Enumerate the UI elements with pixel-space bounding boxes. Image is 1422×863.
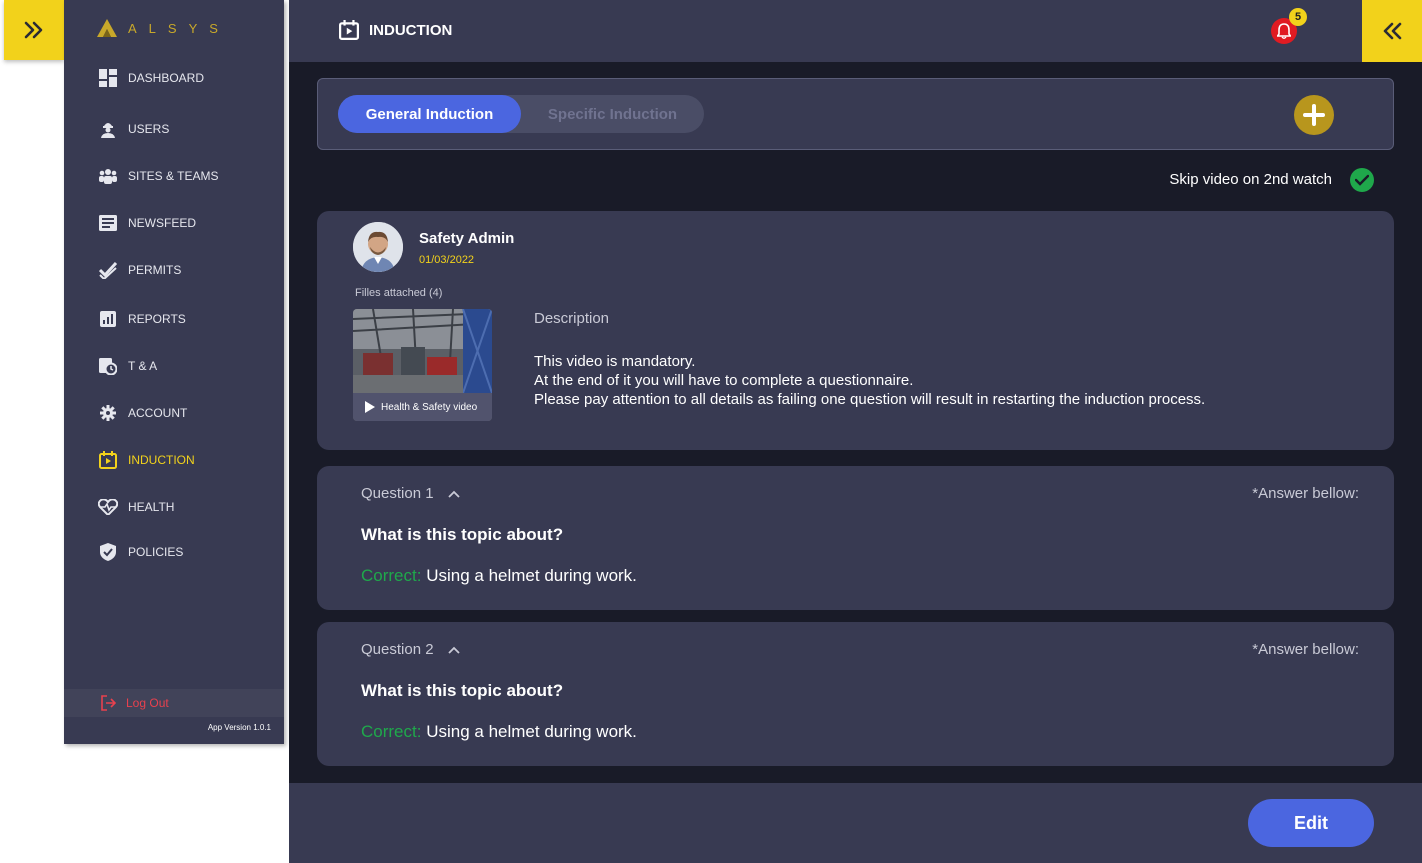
sidebar-item-label: USERS [128,122,170,136]
correct-prefix: Correct: [361,566,422,585]
app-version: App Version 1.0.1 [207,723,271,732]
brand-name: ALSYS [128,20,230,36]
files-attached-label: Filles attached (4) [355,287,443,299]
sidebar-item-label: ACCOUNT [128,406,188,420]
sidebar-item-label: INDUCTION [128,453,195,467]
sidebar-item-label: DASHBOARD [128,71,205,85]
sidebar-item-sites-teams[interactable]: SITES & TEAMS [98,166,218,186]
page-title: INDUCTION [369,21,453,39]
sidebar-item-permits[interactable]: PERMITS [98,260,181,280]
notification-count-badge: 5 [1289,8,1307,26]
avatar [353,222,403,272]
sidebar-item-users[interactable]: USERS [98,119,169,139]
sidebar-item-newsfeed[interactable]: NEWSFEED [98,213,196,233]
induction-post-card: Safety Admin 01/03/2022 Filles attached … [317,211,1394,450]
video-caption-bar: Health & Safety video [353,393,492,421]
correct-prefix: Correct: [361,722,422,741]
sidebar-item-policies[interactable]: POLICIES [98,542,183,562]
sidebar-item-label: T & A [128,359,158,373]
description-line: At the end of it you will have to comple… [534,372,914,389]
description-text: This video is mandatory. At the end of i… [534,352,1205,409]
question-card: Question 1 *Answer bellow: What is this … [317,466,1394,610]
sidebar-item-dashboard[interactable]: DASHBOARD [98,68,204,88]
newsfeed-icon [98,213,118,233]
sidebar-item-reports[interactable]: REPORTS [98,309,186,329]
logout-icon [101,695,116,711]
play-icon [365,401,375,413]
question-label: Question 1 [361,485,434,502]
dashboard-icon [98,68,118,88]
sidebar-item-health[interactable]: HEALTH [98,497,174,517]
sidebar-item-induction[interactable]: INDUCTION [98,450,195,470]
question-answer: Correct: Using a helmet during work. [361,566,637,586]
logout-label: Log Out [126,696,169,710]
question-answer: Correct: Using a helmet during work. [361,722,637,742]
induction-tabs-panel: General Induction Specific Induction [317,78,1394,150]
heart-icon [98,497,118,517]
sidebar-item-label: REPORTS [128,312,186,326]
double-chevron-left-icon [1383,22,1402,40]
post-date: 01/03/2022 [419,254,475,266]
sidebar-item-label: HEALTH [128,500,175,514]
plus-icon [1303,104,1325,126]
sidebar-item-label: NEWSFEED [128,216,197,230]
tab-specific-induction[interactable]: Specific Induction [521,95,704,133]
users-icon [98,119,118,139]
skip-video-label: Skip video on 2nd watch [1169,171,1332,188]
page-header: INDUCTION [339,20,452,40]
logout-bar [64,689,284,717]
top-bar: INDUCTION 5 [289,0,1422,62]
video-caption: Health & Safety video [381,401,478,413]
tab-general-induction[interactable]: General Induction [338,95,521,133]
question-header[interactable]: Question 2 [361,641,460,658]
question-label: Question 2 [361,641,434,658]
main-content: INDUCTION 5 General Induction Specific I… [289,0,1422,863]
sidebar: ALSYS DASHBOARD USERS SITES & TEAMS NEWS… [64,0,284,744]
induction-icon [98,450,118,470]
reports-icon [98,309,118,329]
question-header[interactable]: Question 1 [361,485,460,502]
permits-icon [98,260,118,280]
add-induction-button[interactable] [1294,95,1334,135]
logo: ALSYS [96,18,230,38]
answer-hint: *Answer bellow: [1252,641,1359,658]
footer-bar: Edit [289,783,1422,863]
teams-icon [98,166,118,186]
edit-button[interactable]: Edit [1248,799,1374,847]
sidebar-item-label: SITES & TEAMS [128,169,219,183]
time-attendance-icon [98,356,118,376]
chevron-up-icon[interactable] [447,646,460,654]
alsys-logo-icon [97,19,117,37]
answer-hint: *Answer bellow: [1252,485,1359,502]
logout-button[interactable]: Log Out [100,695,169,711]
induction-icon [339,20,359,40]
double-chevron-right-icon [24,21,43,39]
question-text: What is this topic about? [361,525,564,544]
post-author: Safety Admin [419,230,515,247]
description-title: Description [534,310,610,327]
chevron-up-icon[interactable] [447,490,460,498]
expand-sidebar-button[interactable] [4,0,64,60]
question-text: What is this topic about? [361,681,564,700]
collapse-panel-button[interactable] [1362,0,1422,62]
sidebar-item-label: PERMITS [128,263,182,277]
bell-icon [1277,23,1291,39]
check-icon [1355,174,1369,186]
skip-video-toggle[interactable] [1350,168,1374,192]
gear-icon [98,403,118,423]
sidebar-item-account[interactable]: ACCOUNT [98,403,187,423]
description-line: Please pay attention to all details as f… [534,391,1206,408]
question-card: Question 2 *Answer bellow: What is this … [317,622,1394,766]
video-thumbnail[interactable]: Health & Safety video [353,309,492,421]
shield-icon [98,542,118,562]
answer-text: Using a helmet during work. [426,722,637,741]
sidebar-item-time-attendance[interactable]: T & A [98,356,157,376]
description-line: This video is mandatory. [534,353,696,370]
induction-tabs: General Induction Specific Induction [338,95,704,133]
sidebar-item-label: POLICIES [128,545,184,559]
answer-text: Using a helmet during work. [426,566,637,585]
